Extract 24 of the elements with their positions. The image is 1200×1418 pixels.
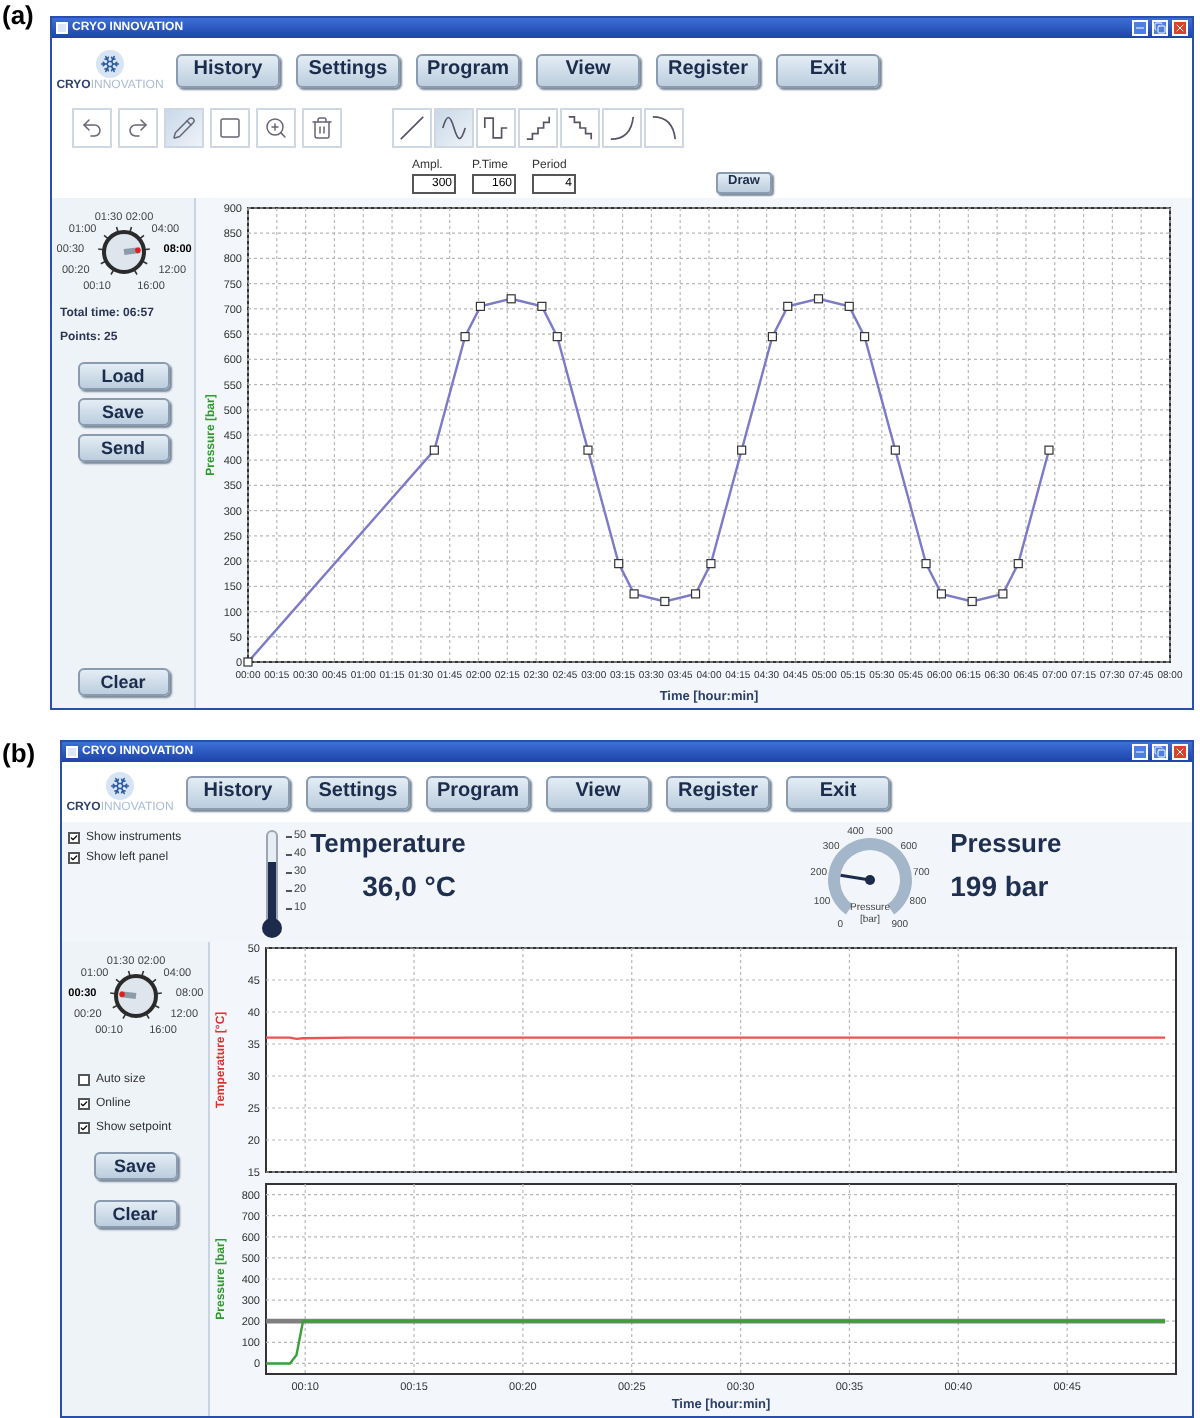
nav-button[interactable]: Register — [656, 53, 760, 87]
nav-button[interactable]: History — [186, 775, 290, 809]
nav-button[interactable]: Program — [416, 53, 520, 87]
pressure-title: Pressure — [950, 830, 1062, 856]
nav-button[interactable]: View — [536, 53, 640, 87]
pressure-reading: 199 bar — [950, 872, 1051, 900]
temperature-reading: 36,0 °C — [362, 872, 458, 900]
panel-button[interactable]: Save — [77, 398, 169, 426]
nav-button[interactable]: Program — [426, 775, 530, 809]
nav-button[interactable]: History — [176, 53, 280, 87]
nav-button[interactable]: Exit — [786, 775, 890, 809]
panel-button[interactable]: Load — [77, 362, 169, 390]
nav-button[interactable]: View — [546, 775, 650, 809]
panel-button[interactable]: Clear — [93, 1200, 177, 1228]
panel-button[interactable]: Save — [93, 1152, 177, 1180]
panel-button[interactable]: Clear — [77, 668, 169, 696]
panel-label: (b) — [0, 736, 38, 772]
nav-button[interactable]: Settings — [296, 53, 400, 87]
nav-button[interactable]: Exit — [776, 53, 880, 87]
temperature-title: Temperature — [310, 830, 468, 856]
panel-button[interactable]: Send — [77, 434, 169, 462]
nav-button[interactable]: Register — [666, 775, 770, 809]
nav-button[interactable]: Settings — [306, 775, 410, 809]
panel-label: (a) — [0, 0, 36, 34]
